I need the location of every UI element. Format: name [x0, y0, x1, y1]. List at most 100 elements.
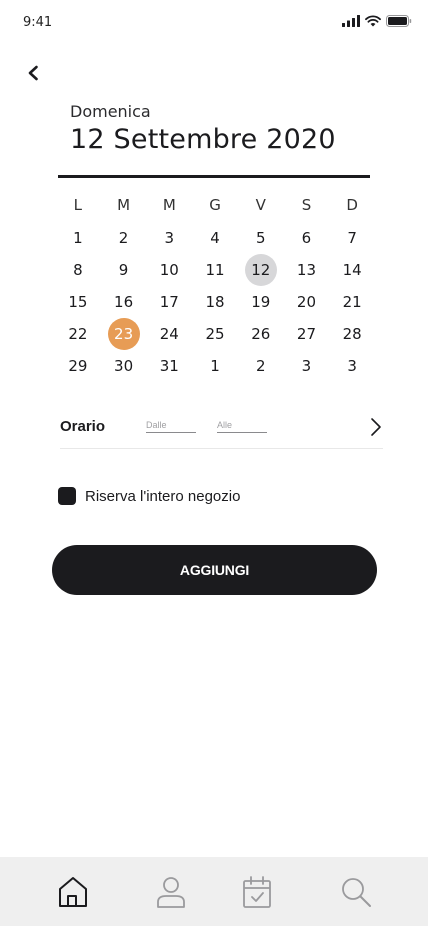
calendar-day-today[interactable]: 12	[238, 254, 284, 286]
day-number: 5	[255, 229, 266, 247]
chevron-left-icon	[28, 65, 38, 81]
calendar-day[interactable]: 3	[284, 350, 330, 382]
day-number: 1	[73, 229, 83, 247]
calendar-day[interactable]: 13	[284, 254, 330, 286]
calendar-day[interactable]: 10	[146, 254, 192, 286]
weekday-label: V	[255, 196, 266, 214]
profile-icon	[157, 877, 185, 908]
weekday-header-row: L M M G V S D	[55, 188, 375, 222]
calendar-day[interactable]: 29	[55, 350, 101, 382]
chevron-right-icon[interactable]	[369, 417, 383, 437]
day-number: 3	[301, 357, 312, 375]
wifi-icon	[365, 15, 381, 27]
time-label: Orario	[60, 418, 106, 435]
calendar-day[interactable]: 9	[101, 254, 147, 286]
day-number: 21	[342, 293, 362, 311]
day-number: 8	[73, 261, 83, 279]
calendar-day[interactable]: 22	[55, 318, 101, 350]
calendar-day[interactable]: 11	[192, 254, 238, 286]
day-number: 31	[159, 357, 179, 375]
status-bar: 9:41	[0, 0, 428, 44]
reserve-whole-store-option[interactable]: Riserva l'intero negozio	[58, 487, 240, 505]
day-number: 3	[347, 357, 357, 375]
day-number: 27	[296, 325, 316, 343]
calendar-check-icon	[243, 876, 271, 908]
day-number: 23	[107, 318, 140, 350]
calendar-day[interactable]: 6	[284, 222, 330, 254]
reserve-whole-store-checkbox[interactable]	[58, 487, 76, 505]
calendar-day[interactable]: 25	[192, 318, 238, 350]
add-button[interactable]: AGGIUNGI	[52, 545, 377, 595]
day-number: 29	[68, 357, 88, 375]
calendar-day[interactable]: 7	[329, 222, 375, 254]
tab-calendar[interactable]	[240, 874, 274, 910]
search-icon	[342, 878, 371, 907]
time-to-input[interactable]	[217, 419, 267, 430]
calendar-day[interactable]: 31	[146, 350, 192, 382]
day-number: 4	[210, 229, 220, 247]
status-time: 9:41	[23, 15, 53, 30]
day-number: 10	[159, 261, 179, 279]
calendar-grid: L M M G V S D 1 2 3 4 5 6 7 8 9 10 11 12…	[55, 188, 375, 382]
day-number: 30	[114, 357, 134, 375]
tab-profile[interactable]	[154, 874, 188, 910]
calendar-week-row: 29 30 31 1 2 3 3	[55, 350, 375, 382]
day-number: 25	[205, 325, 225, 343]
tab-home[interactable]	[56, 874, 90, 910]
calendar-day[interactable]: 15	[55, 286, 101, 318]
calendar-day[interactable]: 17	[146, 286, 192, 318]
day-number: 28	[342, 325, 362, 343]
calendar-day[interactable]: 19	[238, 286, 284, 318]
home-icon	[59, 877, 87, 907]
weekday-label: D	[346, 196, 358, 214]
calendar-day[interactable]: 2	[101, 222, 147, 254]
calendar-day[interactable]: 24	[146, 318, 192, 350]
weekday-label: G	[209, 196, 221, 214]
day-number: 15	[68, 293, 88, 311]
calendar-week-row: 8 9 10 11 12 13 14	[55, 254, 375, 286]
day-number: 3	[164, 229, 175, 247]
weekday-label: S	[301, 196, 312, 214]
day-number: 2	[118, 229, 129, 247]
day-number: 11	[205, 261, 225, 279]
calendar-day[interactable]: 5	[238, 222, 284, 254]
time-to-field	[217, 415, 267, 433]
calendar-day[interactable]: 2	[238, 350, 284, 382]
back-button[interactable]	[22, 62, 44, 84]
calendar-week-row: 1 2 3 4 5 6 7	[55, 222, 375, 254]
calendar-day[interactable]: 1	[192, 350, 238, 382]
calendar-day[interactable]: 27	[284, 318, 330, 350]
day-number: 13	[296, 261, 316, 279]
time-range-row: Orario	[60, 408, 383, 449]
calendar-day[interactable]: 26	[238, 318, 284, 350]
calendar-day[interactable]: 28	[329, 318, 375, 350]
calendar-day[interactable]: 16	[101, 286, 147, 318]
calendar-day[interactable]: 3	[146, 222, 192, 254]
tab-search[interactable]	[339, 874, 373, 910]
weekday-label: M	[117, 196, 131, 214]
calendar-day[interactable]: 3	[329, 350, 375, 382]
calendar-day-selected[interactable]: 23	[101, 318, 147, 350]
date-title: 12 Settembre 2020	[70, 124, 336, 155]
signal-icon	[342, 15, 360, 27]
calendar-day[interactable]: 18	[192, 286, 238, 318]
calendar-day[interactable]: 14	[329, 254, 375, 286]
day-number: 1	[210, 357, 220, 375]
calendar-day[interactable]: 20	[284, 286, 330, 318]
day-number: 26	[251, 325, 271, 343]
time-from-input[interactable]	[146, 419, 196, 430]
day-number: 12	[244, 254, 277, 286]
calendar-day[interactable]: 1	[55, 222, 101, 254]
weekday-label: M	[162, 196, 176, 214]
time-from-field	[146, 415, 196, 433]
calendar-day[interactable]: 8	[55, 254, 101, 286]
calendar-week-row: 22 23 24 25 26 27 28	[55, 318, 375, 350]
calendar-day[interactable]: 21	[329, 286, 375, 318]
day-name: Domenica	[70, 102, 151, 121]
calendar-day[interactable]: 30	[101, 350, 147, 382]
title-divider	[58, 175, 370, 178]
day-number: 2	[255, 357, 266, 375]
calendar-day[interactable]: 4	[192, 222, 238, 254]
day-number: 20	[296, 293, 316, 311]
day-number: 22	[68, 325, 88, 343]
